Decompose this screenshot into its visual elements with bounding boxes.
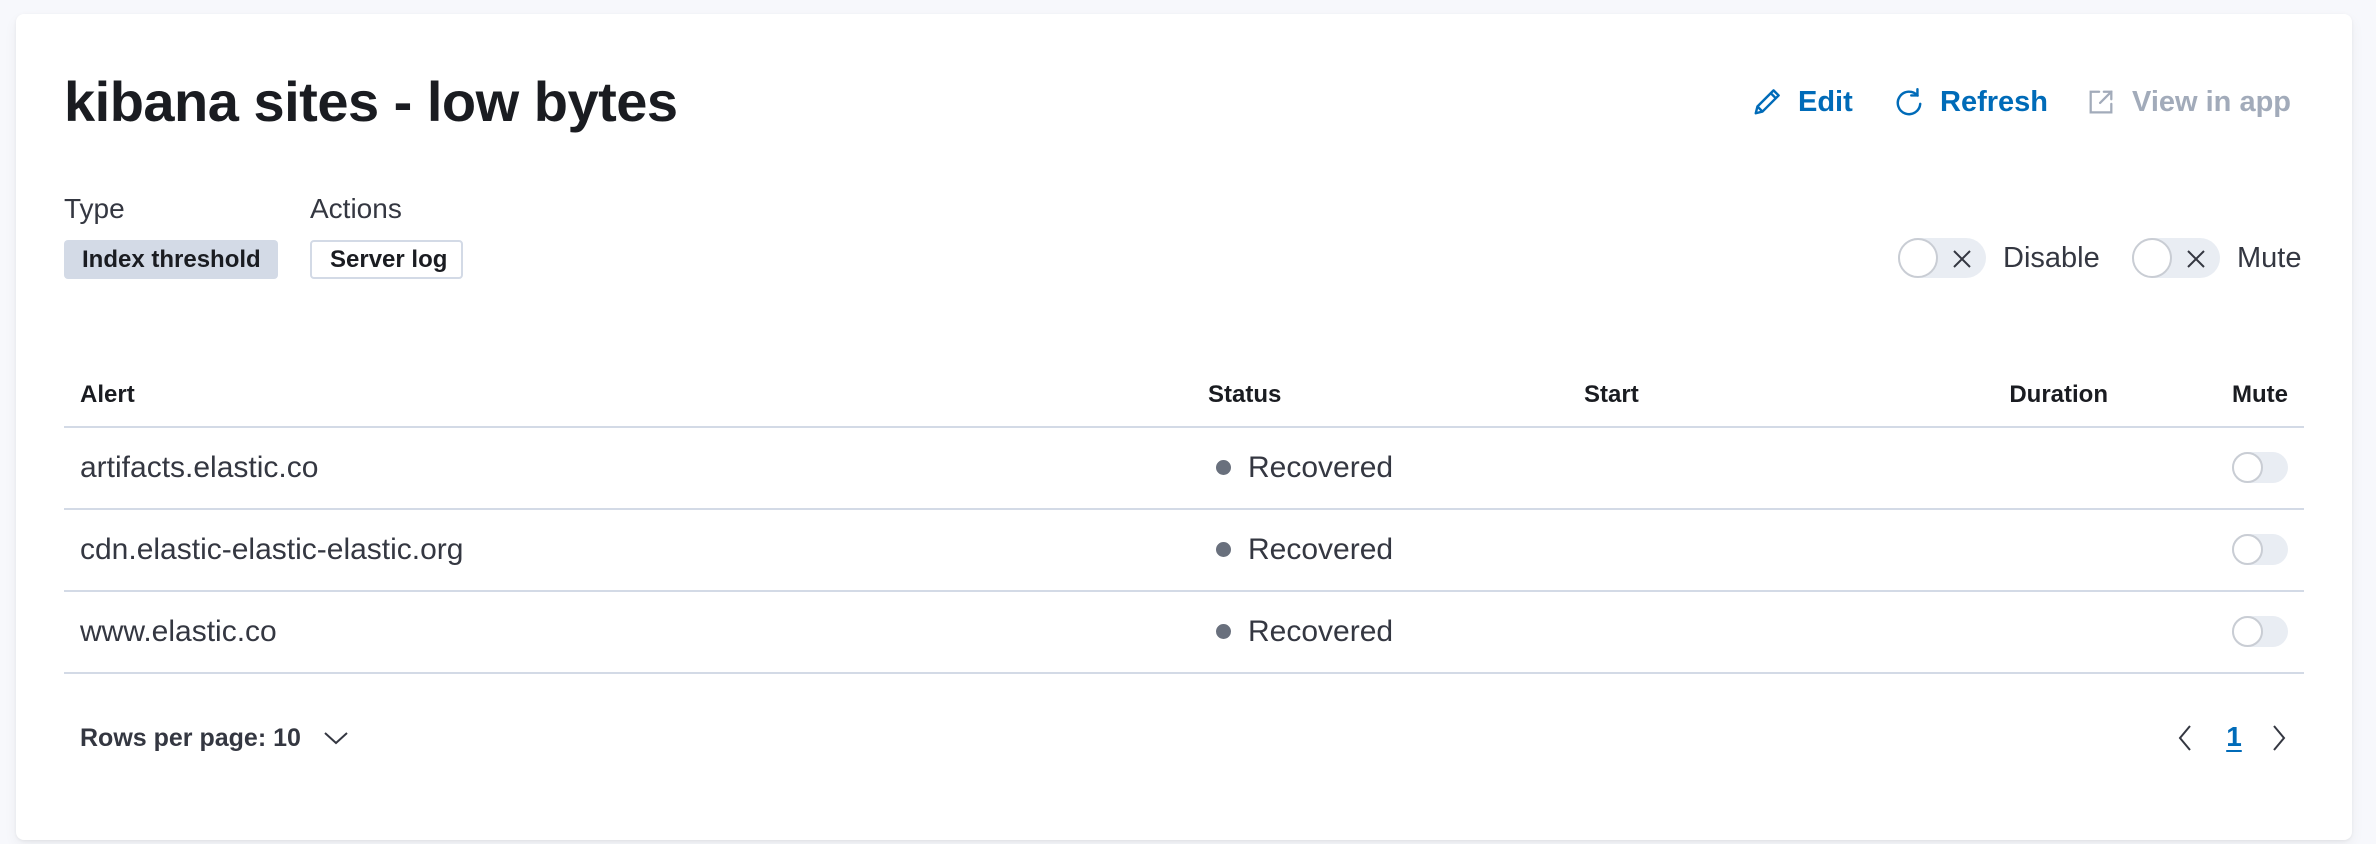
disable-switch[interactable] (1898, 238, 1986, 278)
column-header-start[interactable]: Start (1584, 380, 1639, 410)
switch-knob (2132, 238, 2172, 278)
column-header-duration[interactable]: Duration (1908, 380, 2108, 410)
type-label: Type (64, 193, 125, 224)
chevron-down-icon (324, 732, 348, 745)
actions-label: Actions (310, 193, 402, 224)
action-badge: Server log (310, 240, 463, 279)
mute-label: Mute (2237, 242, 2302, 274)
row-mute-switch[interactable] (2232, 452, 2288, 483)
refresh-label: Refresh (1940, 85, 2048, 118)
cross-icon (2187, 250, 2205, 268)
table-row: artifacts.elastic.co Recovered (0, 428, 2376, 509)
table-row: cdn.elastic-elastic-elastic.org Recovere… (0, 510, 2376, 591)
status-text: Recovered (1248, 615, 1394, 648)
table-row: www.elastic.co Recovered (0, 592, 2376, 673)
pencil-icon (1754, 89, 1780, 115)
status-text: Recovered (1248, 533, 1394, 566)
edit-label: Edit (1798, 85, 1853, 118)
edit-button[interactable]: Edit (1752, 82, 1853, 122)
table-divider (64, 672, 2304, 674)
alert-name: www.elastic.co (80, 615, 277, 648)
cross-icon (1953, 250, 1971, 268)
column-header-mute: Mute (2232, 381, 2288, 408)
status-dot-icon (1216, 624, 1231, 639)
chevron-right-icon (2273, 725, 2286, 751)
alert-name: artifacts.elastic.co (80, 451, 319, 484)
switch-knob (1898, 238, 1938, 278)
switch-knob (2232, 534, 2263, 565)
switch-knob (2232, 452, 2263, 483)
alert-name: cdn.elastic-elastic-elastic.org (80, 533, 464, 566)
page-1-link[interactable]: 1 (2224, 718, 2244, 756)
view-in-app-button[interactable]: View in app (2086, 82, 2291, 122)
previous-page-button[interactable] (2170, 720, 2200, 756)
disable-label: Disable (2003, 242, 2100, 274)
row-mute-switch[interactable] (2232, 616, 2288, 647)
refresh-button[interactable]: Refresh (1894, 82, 2048, 122)
refresh-icon (1896, 88, 1922, 116)
column-header-alert[interactable]: Alert (80, 380, 135, 410)
status-dot-icon (1216, 542, 1231, 557)
rows-per-page-button[interactable]: Rows per page: 10 (80, 720, 349, 756)
chevron-left-icon (2178, 725, 2191, 751)
type-badge: Index threshold (64, 240, 278, 279)
rows-per-page-label: Rows per page: 10 (80, 723, 301, 752)
status-text: Recovered (1248, 451, 1394, 484)
mute-switch[interactable] (2132, 238, 2220, 278)
switch-knob (2232, 616, 2263, 647)
view-in-app-label: View in app (2132, 85, 2292, 118)
page-title: kibana sites - low bytes (64, 70, 678, 133)
row-mute-switch[interactable] (2232, 534, 2288, 565)
next-page-button[interactable] (2264, 720, 2294, 756)
status-dot-icon (1216, 460, 1231, 475)
external-link-icon (2089, 90, 2113, 114)
column-header-status[interactable]: Status (1208, 380, 1281, 410)
